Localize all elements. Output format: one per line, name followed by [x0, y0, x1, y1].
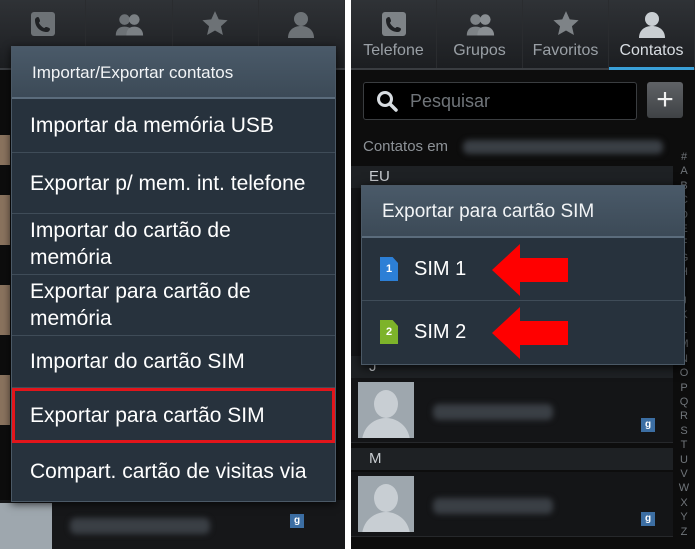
alphabet-index-letter[interactable]: R: [677, 409, 691, 423]
list-item[interactable]: g: [0, 500, 345, 549]
alphabet-index-letter[interactable]: V: [677, 467, 691, 481]
menu-item-export-internal[interactable]: Exportar p/ mem. int. telefone: [12, 153, 335, 214]
avatar-edge: [0, 135, 10, 165]
blurred-name: [433, 404, 553, 420]
tab-label: Favoritos: [532, 42, 599, 59]
add-contact-button[interactable]: +: [647, 82, 683, 118]
alphabet-index-letter[interactable]: A: [677, 164, 691, 178]
blurred-name: [70, 518, 210, 534]
alphabet-index-letter[interactable]: X: [677, 496, 691, 510]
phone-icon: [28, 10, 58, 38]
search-input[interactable]: Pesquisar: [363, 82, 637, 120]
tab-bar: Telefone Grupos Favoritos Contatos: [351, 0, 695, 70]
menu-title: Importar/Exportar contatos: [12, 47, 335, 99]
menu-item-import-memory-card[interactable]: Importar do cartão de memória: [12, 214, 335, 275]
alphabet-index-letter[interactable]: Z: [677, 525, 691, 539]
contact-row[interactable]: g: [351, 472, 673, 537]
blurred-name: [433, 498, 553, 514]
menu-item-export-sim[interactable]: Exportar para cartão SIM: [12, 388, 335, 443]
alphabet-index-letter[interactable]: T: [677, 438, 691, 452]
alphabet-index-letter[interactable]: S: [677, 424, 691, 438]
alphabet-index-letter[interactable]: U: [677, 453, 691, 467]
contact-icon: [637, 10, 667, 38]
sim1-option[interactable]: 1 SIM 1: [362, 238, 684, 301]
tab-label: Grupos: [453, 42, 506, 59]
phone-icon: [379, 10, 409, 38]
sim1-card-icon: 1: [380, 257, 398, 281]
alphabet-index-letter[interactable]: #: [677, 150, 691, 164]
avatar-edge: [0, 375, 10, 425]
blurred-account: [463, 140, 663, 154]
alphabet-index-letter[interactable]: O: [677, 366, 691, 380]
right-screen: Telefone Grupos Favoritos Contatos Pesqu…: [351, 0, 695, 549]
alphabet-index-edge: [335, 300, 345, 500]
tab-groups[interactable]: Grupos: [437, 0, 523, 68]
groups-icon: [465, 10, 495, 38]
alphabet-index-letter[interactable]: P: [677, 381, 691, 395]
tab-contacts[interactable]: Contatos: [609, 0, 695, 70]
google-badge-icon: g: [641, 418, 655, 432]
avatar: [358, 382, 414, 438]
tab-label: Contatos: [619, 42, 684, 59]
groups-icon: [114, 10, 144, 38]
avatar: [358, 476, 414, 532]
alphabet-index-letter[interactable]: Y: [677, 510, 691, 524]
sim2-option[interactable]: 2 SIM 2: [362, 301, 684, 363]
tab-phone[interactable]: Telefone: [351, 0, 437, 68]
google-badge-icon: g: [290, 514, 304, 528]
menu-item-import-usb[interactable]: Importar da memória USB: [12, 99, 335, 153]
tab-label: Telefone: [363, 42, 424, 59]
alphabet-index-letter[interactable]: W: [677, 481, 691, 495]
contact-icon: [286, 10, 316, 38]
contact-row[interactable]: g: [351, 378, 673, 443]
tab-favorites[interactable]: Favoritos: [523, 0, 609, 68]
menu-item-export-memory-card[interactable]: Exportar para cartão de memória: [12, 275, 335, 336]
contacts-source-label: Contatos em: [363, 138, 449, 155]
red-arrow-icon: [492, 244, 568, 296]
search-placeholder: Pesquisar: [410, 90, 491, 111]
avatar: [0, 503, 52, 549]
avatar-edge: [0, 195, 10, 245]
search-icon: [376, 90, 398, 112]
dialog-title: Exportar para cartão SIM: [362, 186, 684, 238]
menu-item-import-sim[interactable]: Importar do cartão SIM: [12, 336, 335, 388]
sim2-card-icon: 2: [380, 320, 398, 344]
sim1-label: SIM 1: [414, 257, 467, 280]
alphabet-index-letter[interactable]: Q: [677, 395, 691, 409]
sim2-label: SIM 2: [414, 320, 467, 343]
star-icon: [200, 10, 230, 38]
avatar-edge: [0, 285, 10, 335]
google-badge-icon: g: [641, 512, 655, 526]
menu-item-share-namecard[interactable]: Compart. cartão de visitas via: [12, 443, 335, 499]
red-arrow-icon: [492, 307, 568, 359]
section-header-m: M: [351, 448, 673, 470]
left-screen: g Importar/Exportar contatos Importar da…: [0, 0, 345, 549]
star-icon: [551, 10, 581, 38]
export-sim-dialog: Exportar para cartão SIM 1 SIM 1 2 SIM 2: [361, 185, 685, 365]
import-export-menu: Importar/Exportar contatos Importar da m…: [11, 46, 336, 502]
